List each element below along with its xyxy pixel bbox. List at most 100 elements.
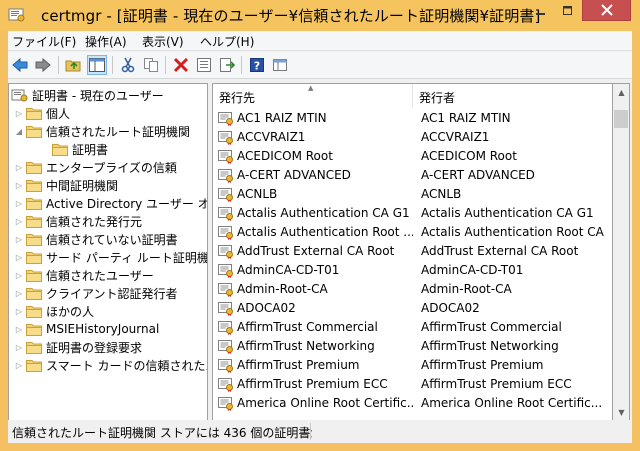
column-header-issued-by[interactable]: 発行者 xyxy=(413,84,612,108)
collapse-arrow-icon[interactable]: ◢ xyxy=(13,127,25,136)
expand-arrow-icon[interactable]: ▷ xyxy=(13,271,25,280)
issued-to-cell: AffirmTrust Premium ECC xyxy=(237,377,388,391)
scroll-up-icon[interactable]: ▲ xyxy=(613,84,630,101)
up-folder-button[interactable] xyxy=(64,55,84,75)
list-item[interactable]: ACEDICOM Root ACEDICOM Root xyxy=(213,147,612,166)
tree-item[interactable]: ▷ MSIEHistoryJournal xyxy=(13,320,207,338)
tree-item[interactable]: ▷ ほかの人 xyxy=(13,302,207,320)
expand-arrow-icon[interactable]: ▷ xyxy=(13,253,25,262)
maximize-button[interactable] xyxy=(555,0,581,21)
list-item[interactable]: America Online Root Certific... America O… xyxy=(213,394,612,413)
menu-view[interactable]: 表示(V) xyxy=(142,33,184,50)
list-item[interactable]: AC1 RAIZ MTIN AC1 RAIZ MTIN xyxy=(213,109,612,128)
expand-arrow-icon[interactable]: ▷ xyxy=(13,181,25,190)
back-button[interactable] xyxy=(10,55,30,75)
menu-file[interactable]: ファイル(F) xyxy=(12,33,76,50)
list-item[interactable]: AffirmTrust Premium ECC AffirmTrust Premi… xyxy=(213,375,612,394)
copy-button[interactable] xyxy=(141,55,161,75)
tree-item-label: スマート カードの信頼されたルート xyxy=(46,358,207,373)
expand-arrow-icon[interactable]: ▷ xyxy=(13,109,25,118)
certmgr-app-icon[interactable] xyxy=(8,7,26,23)
delete-icon xyxy=(173,57,189,73)
tree-item-label: クライアント認証発行者 xyxy=(46,286,178,301)
list-item[interactable]: ACCVRAIZ1 ACCVRAIZ1 xyxy=(213,128,612,147)
status-text: 信頼されたルート証明機関 ストアには 436 個の証明書がありま xyxy=(12,426,312,440)
delete-button[interactable] xyxy=(171,55,191,75)
list-item[interactable]: Actalis Authentication Root ... Actalis A… xyxy=(213,223,612,242)
menu-help[interactable]: ヘルプ(H) xyxy=(200,33,254,50)
expand-arrow-icon[interactable]: ▷ xyxy=(13,199,25,208)
expand-arrow-icon[interactable]: ▷ xyxy=(13,325,25,334)
toolbar-separator xyxy=(58,56,59,74)
expand-arrow-icon[interactable]: ▷ xyxy=(13,163,25,172)
tree-item[interactable]: ▷ Active Directory ユーザー オブ xyxy=(13,194,207,212)
list-item[interactable]: AffirmTrust Premium AffirmTrust Premium xyxy=(213,356,612,375)
issued-to-cell: AddTrust External CA Root xyxy=(237,244,395,258)
tree-item-label: 信頼された発行元 xyxy=(46,214,143,229)
tree-item-label: 信頼されていない証明書 xyxy=(46,232,178,247)
menu-bar: ファイル(F) 操作(A) 表示(V) ヘルプ(H) xyxy=(8,31,632,51)
minimize-icon xyxy=(536,12,545,15)
tree-root[interactable]: 証明書 - 現在のユーザー xyxy=(11,86,207,104)
tree-item-label: MSIEHistoryJournal xyxy=(46,322,160,336)
minimize-button[interactable] xyxy=(528,0,554,21)
issued-by-cell: AffirmTrust Premium ECC xyxy=(421,377,572,391)
list-item[interactable]: AddTrust External CA Root AddTrust Extern… xyxy=(213,242,612,261)
certificate-icon xyxy=(218,396,234,411)
expand-arrow-icon[interactable]: ▷ xyxy=(13,235,25,244)
tree-item-label: 個人 xyxy=(46,106,71,121)
scroll-down-icon[interactable]: ▼ xyxy=(613,404,630,421)
list-item[interactable]: AdminCA-CD-T01 AdminCA-CD-T01 xyxy=(213,261,612,280)
cut-button[interactable] xyxy=(118,55,138,75)
issued-to-cell: Actalis Authentication Root ... xyxy=(237,225,413,239)
tree-item[interactable]: ▷ 信頼されたユーザー xyxy=(13,266,207,284)
properties-button[interactable] xyxy=(194,55,214,75)
tree-item[interactable]: ▷ 中間証明機関 xyxy=(13,176,207,194)
close-button[interactable] xyxy=(582,0,631,21)
certificate-icon xyxy=(218,320,234,335)
copy-icon xyxy=(144,58,158,72)
issued-by-cell: AffirmTrust Networking xyxy=(421,339,559,353)
console-button[interactable] xyxy=(270,55,290,75)
tree-item[interactable]: ▷ クライアント認証発行者 xyxy=(13,284,207,302)
menu-action[interactable]: 操作(A) xyxy=(85,33,127,50)
vertical-scrollbar[interactable]: ▲ ▼ xyxy=(613,83,630,421)
tree-item[interactable]: ▷ エンタープライズの信頼 xyxy=(13,158,207,176)
help-button[interactable]: ? xyxy=(247,55,267,75)
vertical-scroll-thumb[interactable] xyxy=(614,110,628,128)
tree-item[interactable]: ◢ 信頼されたルート証明機関 xyxy=(13,122,207,140)
certificate-list[interactable]: 発行先 ▲ 発行者 AC1 RAIZ MTIN AC1 RAIZ MTIN ACCV… xyxy=(212,83,613,421)
expand-arrow-icon[interactable]: ▷ xyxy=(13,289,25,298)
tree-item[interactable]: ▷ 証明書の登録要求 xyxy=(13,338,207,356)
tree-item[interactable]: ▷ 信頼された発行元 xyxy=(13,212,207,230)
list-item[interactable]: AffirmTrust Commercial AffirmTrust Commer… xyxy=(213,318,612,337)
show-hide-tree-button[interactable] xyxy=(87,55,107,75)
tree-item[interactable]: ▷ スマート カードの信頼されたルート xyxy=(13,356,207,374)
issued-by-cell: A-CERT ADVANCED xyxy=(421,168,535,182)
expand-arrow-icon[interactable]: ▷ xyxy=(13,217,25,226)
list-item[interactable]: AffirmTrust Networking AffirmTrust Networ… xyxy=(213,337,612,356)
certificate-icon xyxy=(218,225,234,240)
sort-ascending-icon: ▲ xyxy=(308,84,314,92)
tree-item[interactable]: 証明書 xyxy=(39,140,207,158)
tree-item[interactable]: ▷ 個人 xyxy=(13,104,207,122)
forward-button[interactable] xyxy=(33,55,53,75)
list-item[interactable]: ACNLB ACNLB xyxy=(213,185,612,204)
issued-by-cell: Actalis Authentication Root CA xyxy=(421,225,604,239)
tree-item[interactable]: ▷ サード パーティ ルート証明機関 xyxy=(13,248,207,266)
tree-pane[interactable]: 証明書 - 現在のユーザー ▷ 個人 ◢ 信頼されたルート証明機関 証明書 ▷ エンタープラ… xyxy=(8,83,208,421)
expand-arrow-icon[interactable]: ▷ xyxy=(13,361,25,370)
folder-icon xyxy=(25,340,43,354)
list-item[interactable]: Actalis Authentication CA G1 Actalis Auth… xyxy=(213,204,612,223)
expand-arrow-icon[interactable]: ▷ xyxy=(13,343,25,352)
export-button[interactable] xyxy=(217,55,237,75)
issued-to-cell: AC1 RAIZ MTIN xyxy=(237,111,327,125)
column-header-issued-to[interactable]: 発行先 ▲ xyxy=(213,84,413,108)
list-item[interactable]: A-CERT ADVANCED A-CERT ADVANCED xyxy=(213,166,612,185)
title-bar[interactable]: certmgr - [証明書 - 現在のユーザー¥信頼されたルート証明機関¥証明… xyxy=(0,0,640,31)
tree-item-label: 信頼されたユーザー xyxy=(46,268,154,283)
list-item[interactable]: Admin-Root-CA Admin-Root-CA xyxy=(213,280,612,299)
expand-arrow-icon[interactable]: ▷ xyxy=(13,307,25,316)
list-item[interactable]: ADOCA02 ADOCA02 xyxy=(213,299,612,318)
tree-item[interactable]: ▷ 信頼されていない証明書 xyxy=(13,230,207,248)
